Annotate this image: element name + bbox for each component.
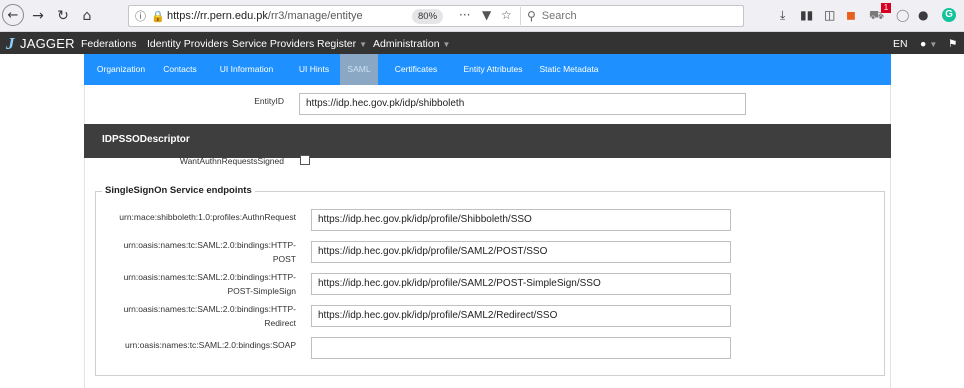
zoom-level-button[interactable]: 80% [412, 9, 444, 24]
endpoint-binding-label-line: POST-SimpleSign [227, 286, 297, 296]
user-menu[interactable]: ● ▼ [920, 38, 937, 50]
endpoint-binding-label-line: urn:oasis:names:tc:SAML:2.0:bindings:HTT… [123, 240, 296, 250]
url-bar[interactable]: ⓘ 🔒 https://rr.pern.edu.pk/rr3/manage/en… [128, 5, 744, 27]
endpoint-binding-label: urn:oasis:names:tc:SAML:2.0:bindings:HTT… [100, 270, 296, 298]
chevron-down-icon: ▼ [929, 40, 938, 49]
forward-arrow-icon[interactable]: → [27, 5, 49, 27]
entity-id-input[interactable]: https://idp.hec.gov.pk/idp/shibboleth [299, 93, 746, 115]
app-logo-text[interactable]: JAGGER [20, 36, 75, 51]
tab-entity-attributes[interactable]: Entity Attributes [459, 54, 527, 85]
tab-static-metadata[interactable]: Static Metadata [538, 54, 600, 85]
nav-register[interactable]: Register ▼ [317, 38, 367, 50]
endpoint-binding-label-line: POST [272, 254, 296, 264]
back-arrow-icon[interactable]: ← [2, 4, 24, 26]
url-text[interactable]: https://rr.pern.edu.pk/rr3/manage/entity… [167, 10, 363, 22]
privacy-shield-icon[interactable]: ◯ [896, 8, 909, 22]
app-top-nav: J JAGGER Federations Identity Providers … [0, 32, 964, 54]
endpoint-location-input[interactable] [311, 337, 731, 359]
entity-id-label: EntityID [254, 96, 284, 106]
extension-icon[interactable]: ◼ [846, 8, 856, 22]
flag-icon[interactable]: ⚑ [948, 38, 957, 50]
tab-saml[interactable]: SAML [340, 54, 378, 85]
bookmark-star-icon[interactable]: ☆ [501, 8, 512, 22]
endpoint-binding-label: urn:mace:shibboleth:1.0:profiles:AuthnRe… [100, 210, 296, 224]
info-icon[interactable]: ⓘ [135, 8, 149, 24]
endpoint-binding-label-line: urn:oasis:names:tc:SAML:2.0:bindings:HTT… [123, 272, 296, 282]
tab-organization[interactable]: Organization [90, 54, 152, 85]
search-box[interactable]: ⚲ Search [520, 7, 740, 25]
nav-identity-providers[interactable]: Identity Providers [147, 38, 228, 50]
user-icon: ● [920, 38, 927, 50]
endpoint-binding-label-line: urn:mace:shibboleth:1.0:profiles:AuthnRe… [119, 212, 296, 222]
tab-certificates[interactable]: Certificates [390, 54, 442, 85]
want-authn-label: WantAuthnRequestsSigned [179, 156, 284, 166]
endpoint-binding-label-line: urn:oasis:names:tc:SAML:2.0:bindings:HTT… [123, 304, 296, 314]
endpoint-binding-label: urn:oasis:names:tc:SAML:2.0:bindings:HTT… [100, 238, 296, 266]
endpoint-binding-label: urn:oasis:names:tc:SAML:2.0:bindings:HTT… [100, 302, 296, 330]
tab-ui-hints[interactable]: UI Hints [293, 54, 335, 85]
endpoint-location-input[interactable]: https://idp.hec.gov.pk/idp/profile/Shibb… [311, 209, 731, 231]
endpoint-binding-label-line: Redirect [264, 318, 296, 328]
jagger-logo-icon[interactable]: J [6, 34, 15, 54]
endpoint-binding-label-line: urn:oasis:names:tc:SAML:2.0:bindings:SOA… [124, 340, 296, 350]
page-actions-menu-icon[interactable]: ··· [459, 8, 470, 22]
addon-icon[interactable]: ● [918, 8, 928, 22]
download-icon[interactable]: ⤓ [780, 8, 785, 23]
want-authn-checkbox[interactable] [300, 155, 310, 165]
endpoint-location-input[interactable]: https://idp.hec.gov.pk/idp/profile/SAML2… [311, 241, 731, 263]
lock-icon[interactable]: 🔒 [151, 10, 165, 23]
endpoint-binding-label: urn:oasis:names:tc:SAML:2.0:bindings:SOA… [100, 338, 296, 352]
nav-administration-label: Administration [373, 38, 440, 50]
grammarly-icon[interactable]: G [942, 8, 956, 22]
tab-contacts[interactable]: Contacts [159, 54, 201, 85]
library-icon[interactable]: ▮▮ [800, 8, 813, 22]
language-selector[interactable]: EN [893, 38, 908, 50]
reload-icon[interactable]: ↻ [52, 5, 74, 27]
notification-badge: 1 [881, 3, 891, 13]
endpoint-location-input[interactable]: https://idp.hec.gov.pk/idp/profile/SAML2… [311, 305, 731, 327]
sidebar-icon[interactable]: ◫ [824, 8, 835, 22]
sso-legend: SingleSignOn Service endpoints [102, 185, 255, 196]
pocket-icon[interactable]: ▼ [482, 8, 491, 22]
endpoint-location-input[interactable]: https://idp.hec.gov.pk/idp/profile/SAML2… [311, 273, 731, 295]
search-placeholder: Search [541, 10, 577, 22]
tab-ui-information[interactable]: UI Information [214, 54, 279, 85]
search-icon: ⚲ [527, 9, 536, 23]
chevron-down-icon: ▼ [359, 40, 368, 49]
nav-register-label: Register [317, 38, 357, 50]
entity-tabs: Organization Contacts UI Information UI … [84, 54, 891, 85]
nav-federations[interactable]: Federations [81, 38, 136, 50]
home-icon[interactable]: ⌂ [76, 5, 98, 27]
browser-toolbar: ← → ↻ ⌂ ⓘ 🔒 https://rr.pern.edu.pk/rr3/m… [0, 0, 964, 32]
url-path: /rr3/manage/entityedit/sho [267, 10, 363, 22]
section-title: IDPSSODescriptor [102, 134, 190, 145]
url-host: https://rr.pern.edu.pk [167, 10, 268, 22]
nav-administration[interactable]: Administration ▼ [373, 38, 450, 50]
section-header [84, 124, 891, 158]
chevron-down-icon: ▼ [442, 40, 451, 49]
nav-service-providers[interactable]: Service Providers [232, 38, 314, 50]
